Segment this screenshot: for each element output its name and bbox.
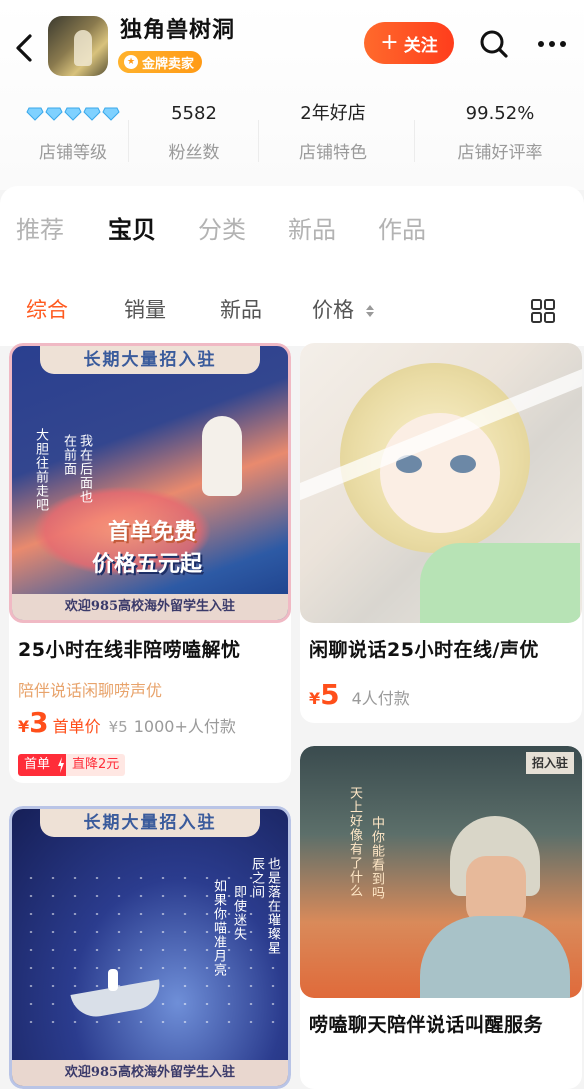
product-card[interactable]: 闲聊说话25小时在线/声优 ¥ 5 4人付款 <box>300 343 582 723</box>
product-tag: 陪伴说话闲聊唠声优 <box>18 681 163 700</box>
bolt-icon <box>56 754 67 776</box>
diamond-icon <box>83 107 101 121</box>
tab-works[interactable]: 作品 <box>378 210 426 245</box>
poster-banner: 长期大量招入驻 <box>40 346 260 374</box>
payer-count: 4人付款 <box>351 689 410 708</box>
currency-symbol: ¥ <box>309 689 321 708</box>
main-tabs: 推荐 宝贝 分类 新品 作品 <box>0 210 584 250</box>
tab-categories[interactable]: 分类 <box>198 210 246 245</box>
tabs-panel: 推荐 宝贝 分类 新品 作品 综合 销量 新品 价格 <box>0 186 584 346</box>
poster-vertical-left: 大胆往前走吧 <box>33 428 48 512</box>
product-image: 长期大量招入驻 也是落在璀璨星辰之间 即使迷失 如果你喵准月亮 欢迎985高校海… <box>9 806 291 1089</box>
tab-items[interactable]: 宝贝 <box>108 210 156 245</box>
promo-badge: 首单 直降2元 <box>18 754 126 776</box>
sort-comprehensive[interactable]: 综合 <box>26 294 68 324</box>
diamond-icon <box>64 107 82 121</box>
sort-price[interactable]: 价格 <box>312 294 375 324</box>
divider <box>128 120 129 162</box>
product-title: 25小时在线非陪唠嗑解忧 <box>18 639 241 661</box>
sort-arrows-icon <box>365 305 374 317</box>
price-tag: 首单价 <box>52 717 101 736</box>
search-icon[interactable] <box>476 26 512 62</box>
plus-icon: + <box>380 30 399 55</box>
poster-line-free: 首单免费 <box>108 519 197 545</box>
promo-discount: 直降2元 <box>66 754 126 776</box>
gold-seller-badge: ★ 金牌卖家 <box>118 51 203 73</box>
stat-value: 5582 <box>171 103 217 124</box>
follow-label: 关注 <box>403 35 438 56</box>
price-row: ¥ 5 4人付款 <box>309 681 410 709</box>
stat-label: 店铺特色 <box>299 143 367 163</box>
tab-new[interactable]: 新品 <box>288 210 336 245</box>
gold-seller-label: 金牌卖家 <box>142 56 195 72</box>
original-price: ¥5 <box>108 718 128 736</box>
poster-vertical-b: 即使迷失 <box>231 885 246 941</box>
promo-label: 首单 <box>18 754 57 776</box>
body-shape <box>420 916 570 998</box>
diamond-icon <box>102 107 120 121</box>
poster-line-price: 价格五元起 <box>92 551 203 577</box>
stat-shop-level[interactable]: 店铺等级 <box>18 100 128 163</box>
poster-vertical-right: 我在后面也在前面 <box>61 434 92 504</box>
tab-recommend[interactable]: 推荐 <box>16 210 64 245</box>
sort-tabs: 综合 销量 新品 价格 <box>0 294 584 330</box>
shop-header: 独角兽树洞 ★ 金牌卖家 + 关注 店铺等级 5582 粉丝数 2年好店 店铺特… <box>0 0 584 190</box>
anime-clothing <box>420 543 580 623</box>
shop-name: 独角兽树洞 <box>120 18 236 43</box>
divider <box>258 120 259 162</box>
product-image <box>300 343 582 623</box>
product-image: 招入驻 天上好像有了什么 中你能看到吗 <box>300 746 582 998</box>
diamond-icon <box>45 107 63 121</box>
level-diamonds <box>18 100 128 128</box>
product-image: 长期大量招入驻 大胆往前走吧 我在后面也在前面 首单免费 价格五元起 欢迎985… <box>9 343 291 623</box>
stat-label: 店铺好评率 <box>457 143 543 163</box>
payer-count: 1000+人付款 <box>133 717 236 736</box>
sort-newest[interactable]: 新品 <box>220 294 262 324</box>
grid-view-icon[interactable] <box>530 298 556 324</box>
sort-price-label: 价格 <box>312 298 354 322</box>
poster-banner: 长期大量招入驻 <box>40 809 260 837</box>
price: 3 <box>29 706 49 739</box>
poster-footer: 欢迎985高校海外留学生入驻 <box>12 594 288 620</box>
poster-corner-label: 招入驻 <box>526 752 574 774</box>
product-card[interactable]: 招入驻 天上好像有了什么 中你能看到吗 唠嗑聊天陪伴说话叫醒服务 <box>300 746 582 1089</box>
shop-stats: 店铺等级 5582 粉丝数 2年好店 店铺特色 99.52% 店铺好评率 <box>0 100 584 176</box>
product-card[interactable]: 长期大量招入驻 也是落在璀璨星辰之间 即使迷失 如果你喵准月亮 欢迎985高校海… <box>9 806 291 1089</box>
product-title: 闲聊说话25小时在线/声优 <box>309 639 539 661</box>
stat-value: 99.52% <box>465 103 535 124</box>
diamond-icon <box>26 107 44 121</box>
back-arrow-icon[interactable] <box>10 28 40 68</box>
divider <box>414 120 415 162</box>
stat-feature[interactable]: 2年好店 店铺特色 <box>278 100 388 163</box>
stat-label: 粉丝数 <box>168 143 220 163</box>
person-figure <box>108 969 118 991</box>
follow-button[interactable]: + 关注 <box>364 22 454 64</box>
anime-eye <box>450 455 476 473</box>
price-row: ¥ 3 首单价 ¥5 1000+人付款 <box>18 709 236 737</box>
poster-vertical-a: 天上好像有了什么 <box>347 786 362 898</box>
stat-rating[interactable]: 99.52% 店铺好评率 <box>444 100 556 163</box>
price: 5 <box>320 678 340 711</box>
stat-value: 2年好店 <box>300 103 366 124</box>
currency-symbol: ¥ <box>18 717 30 736</box>
more-icon[interactable] <box>532 26 572 62</box>
poster-vertical-b: 中你能看到吗 <box>369 816 384 900</box>
medal-icon: ★ <box>124 55 138 69</box>
sort-sales[interactable]: 销量 <box>124 294 166 324</box>
product-title: 唠嗑聊天陪伴说话叫醒服务 <box>309 1014 544 1036</box>
stat-label: 店铺等级 <box>39 143 107 163</box>
poster-vertical-c: 如果你喵准月亮 <box>211 879 226 977</box>
product-card[interactable]: 长期大量招入驻 大胆往前走吧 我在后面也在前面 首单免费 价格五元起 欢迎985… <box>9 343 291 783</box>
poster-vertical-a: 也是落在璀璨星辰之间 <box>249 857 280 955</box>
stat-fans[interactable]: 5582 粉丝数 <box>144 100 244 163</box>
poster-footer: 欢迎985高校海外留学生入驻 <box>12 1060 288 1086</box>
shop-avatar[interactable] <box>48 16 108 76</box>
girl-figure <box>202 416 242 496</box>
